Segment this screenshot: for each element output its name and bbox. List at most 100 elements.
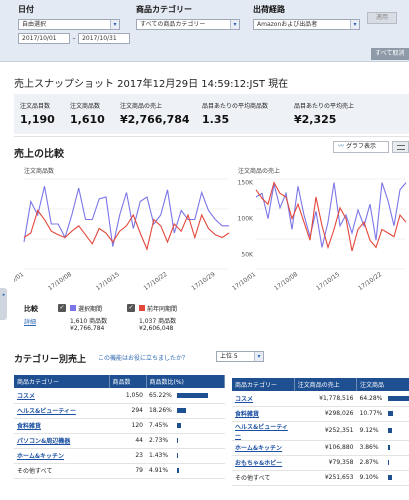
share-percent: 64.28%: [359, 394, 383, 402]
x-tick-label: 17/10/29: [190, 271, 216, 292]
y-tick-label: 50K: [241, 252, 254, 259]
column-header[interactable]: 注文商品の売上: [294, 378, 358, 391]
category-name[interactable]: ホーム&キッチン: [14, 448, 109, 464]
y-axis-label: 注文商品数: [24, 167, 54, 175]
top-n-value: 上位 5: [220, 353, 238, 360]
x-tick-label: 17/10/01: [14, 271, 25, 292]
metric-label: 品目あたりの平均売上: [294, 103, 355, 110]
share-cell: 18.26%: [146, 403, 225, 419]
column-header[interactable]: 商品カテゴリー: [14, 375, 110, 388]
share-percent: 65.22%: [149, 391, 172, 399]
category-name[interactable]: おもちゃ&ホビー: [232, 455, 295, 471]
category-name: その他すべて: [232, 470, 295, 486]
date-mode-value: 自由選択: [22, 21, 47, 28]
category-name[interactable]: ヘルス&ビューティー: [232, 421, 295, 441]
x-tick-label: 17/10/01: [232, 271, 257, 292]
share-cell: 2.87%: [356, 455, 409, 471]
table-row: コスメ 1,050 65.22%: [14, 388, 225, 404]
feedback-link[interactable]: この機能はお役に立ちましたか？: [98, 353, 188, 362]
table-row: ヘルス&ビューティー 294 18.26%: [14, 403, 225, 419]
reset-all-button[interactable]: すべて取消: [371, 48, 409, 60]
metric-value: 1,190: [20, 113, 55, 126]
category-sales-table: 商品カテゴリー 注文商品の売上 注文商品 コスメ ¥1,778,516 64.28%…: [232, 378, 409, 486]
channel-label: 出荷経路: [253, 5, 285, 14]
legend-units: 1,610 商品数: [70, 318, 108, 325]
legend-title: 比較: [24, 305, 38, 313]
share-percent: 4.91%: [149, 467, 169, 474]
metric-value: ¥2,766,784: [120, 113, 190, 126]
legend-label: 前年同期間: [147, 306, 178, 313]
channel-select[interactable]: Amazonおよび出品者 ▾: [253, 19, 360, 30]
share-percent: 10.77%: [359, 410, 383, 417]
share-cell: 65.22%: [146, 388, 225, 404]
metric-label: 注文品目数: [20, 103, 51, 110]
sales-value: ¥298,026: [294, 406, 357, 422]
date-range: 2017/10/01 – 2017/10/31: [18, 33, 131, 44]
column-header[interactable]: 注文商品: [356, 378, 409, 391]
graph-view-label: グラフ表示: [346, 143, 377, 150]
legend-sales: ¥2,606,048: [139, 325, 174, 332]
category-name[interactable]: コスメ: [14, 388, 109, 404]
y-tick-label: 100K: [238, 216, 254, 223]
series-line-selected: [23, 186, 229, 247]
chevron-down-icon: ▾: [254, 352, 263, 361]
date-separator: –: [72, 35, 76, 42]
share-bar: [387, 428, 392, 433]
category-label: 商品カテゴリー: [136, 5, 192, 14]
units-value: 44: [109, 433, 146, 449]
share-percent: 7.45%: [149, 422, 169, 429]
share-percent: 1.43%: [149, 452, 169, 459]
share-cell: 10.77%: [356, 406, 409, 422]
metric-label: 注文商品数: [70, 103, 101, 110]
column-header[interactable]: 商品カテゴリー: [232, 378, 295, 391]
date-label: 日付: [18, 5, 34, 14]
share-cell: 3.86%: [356, 440, 409, 456]
y-tick-label: 150K: [238, 180, 254, 187]
date-mode-select[interactable]: 自由選択 ▾: [18, 19, 120, 30]
feedback-side-tab[interactable]: ▸: [0, 288, 7, 320]
checkbox-checked-icon[interactable]: ✓: [58, 304, 66, 312]
category-value: すべての商品カテゴリー: [140, 21, 206, 28]
date-from-input[interactable]: 2017/10/01: [18, 33, 70, 44]
share-bar: [387, 395, 409, 401]
category-name[interactable]: 食料雑貨: [14, 418, 109, 434]
metric-order-items: 注文品目数 1,190: [20, 101, 55, 126]
share-percent: 2.73%: [149, 437, 169, 444]
category-name[interactable]: ヘルス&ビューティー: [14, 403, 109, 419]
column-header[interactable]: 商品数比(%): [146, 375, 225, 388]
table-row: コスメ ¥1,778,516 64.28%: [232, 391, 409, 407]
x-tick-label: 17/10/15: [95, 271, 121, 292]
legend-detail-link[interactable]: 詳細: [24, 317, 36, 326]
share-cell: 9.10%: [356, 470, 409, 486]
units-line-chart: 注文商品数 17/10/01 17/10/08 17/10/15 17/10/22 17/…: [14, 167, 230, 292]
column-header[interactable]: 商品数: [109, 375, 147, 388]
category-title: カテゴリー別売上: [14, 355, 87, 365]
units-value: 1,050: [109, 388, 146, 404]
top-n-select[interactable]: 上位 5 ▾: [216, 351, 264, 362]
table-row: ホーム&キッチン ¥106,880 3.86%: [232, 440, 409, 456]
date-to-input[interactable]: 2017/10/31: [78, 33, 131, 44]
series-line-previous: [23, 209, 230, 251]
share-percent: 9.12%: [359, 427, 379, 434]
category-name: その他すべて: [14, 463, 109, 479]
category-name[interactable]: ホーム&キッチン: [232, 440, 295, 456]
metric-value: 1.35: [202, 113, 230, 126]
x-tick-label: 17/10/22: [357, 271, 383, 292]
share-bar: [177, 453, 178, 458]
category-name[interactable]: パソコン&周辺機器: [14, 433, 109, 449]
side-tab-label: ▸: [1, 292, 7, 298]
units-value: 120: [109, 418, 146, 434]
category-name[interactable]: コスメ: [232, 391, 295, 407]
table-view-button[interactable]: [392, 141, 409, 153]
sales-value: ¥106,880: [294, 440, 357, 456]
apply-button[interactable]: 適用: [367, 12, 397, 24]
category-select[interactable]: すべての商品カテゴリー ▾: [136, 19, 240, 30]
category-name[interactable]: 食料雑貨: [232, 406, 295, 422]
checkbox-checked-icon[interactable]: ✓: [127, 304, 135, 312]
graph-view-button[interactable]: 〰グラフ表示: [333, 141, 389, 153]
share-bar: [177, 408, 186, 413]
metric-sales: 注文商品の売上 ¥2,766,784: [120, 101, 190, 126]
share-cell: 7.45%: [146, 418, 225, 434]
channel-filter: 出荷経路 Amazonおよび出品者 ▾: [253, 4, 360, 30]
x-tick-label: 17/10/08: [273, 271, 299, 292]
